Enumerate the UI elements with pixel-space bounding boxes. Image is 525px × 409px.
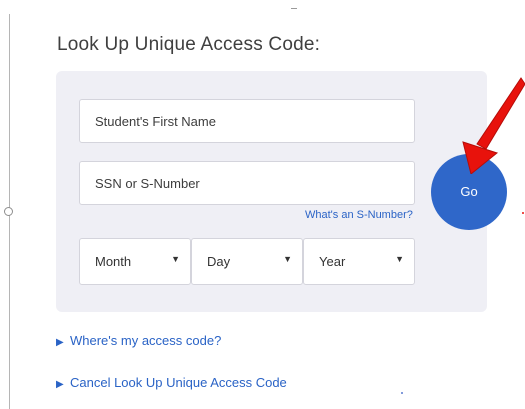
triangle-right-icon: ▶: [56, 379, 64, 390]
year-select-label: Year: [319, 254, 346, 269]
top-mark: [291, 8, 297, 9]
cancel-lookup-link[interactable]: ▶ Cancel Look Up Unique Access Code: [56, 375, 287, 390]
stray-dot: [522, 212, 524, 214]
triangle-right-icon: ▶: [56, 337, 64, 348]
day-select[interactable]: Day ▼: [191, 238, 303, 285]
month-select[interactable]: Month ▼: [79, 238, 191, 285]
stray-dot: [401, 392, 403, 394]
month-select-label: Month: [95, 254, 132, 269]
day-select-label: Day: [207, 254, 231, 269]
divider-handle[interactable]: [4, 207, 13, 216]
access-code-link[interactable]: ▶ Where's my access code?: [56, 333, 221, 348]
ssn-input[interactable]: [79, 161, 415, 205]
chevron-down-icon: ▼: [395, 254, 404, 264]
chevron-down-icon: ▼: [171, 254, 180, 264]
s-number-help-link[interactable]: What's an S-Number?: [305, 209, 413, 221]
first-name-input[interactable]: [79, 99, 415, 143]
cancel-lookup-link-label: Cancel Look Up Unique Access Code: [70, 375, 287, 390]
page-title: Look Up Unique Access Code:: [57, 34, 321, 55]
red-arrow-annotation-icon: [462, 77, 525, 174]
year-select[interactable]: Year ▼: [303, 238, 415, 285]
access-code-link-label: Where's my access code?: [70, 333, 222, 348]
chevron-down-icon: ▼: [283, 254, 292, 264]
